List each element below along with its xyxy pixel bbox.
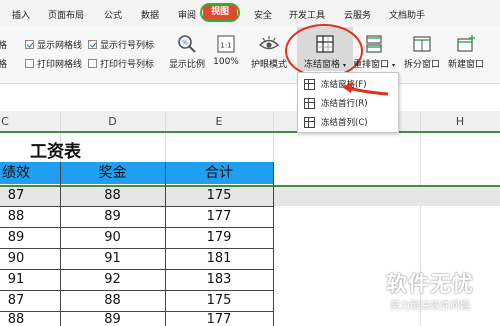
new-window-icon: [457, 35, 475, 52]
ribbon-cut-label-2: 格: [0, 60, 8, 70]
freeze-line-top: [0, 131, 500, 133]
arrange-windows-button[interactable]: 重排窗口 ▾: [352, 34, 396, 70]
tab-view[interactable]: 视图: [203, 5, 237, 20]
show-gridlines-checkbox[interactable]: 显示网格线: [25, 38, 82, 51]
print-headings-checkbox[interactable]: 打印行号列标: [88, 57, 154, 70]
tab-developer[interactable]: 开发工具: [289, 8, 325, 21]
cell-bonus[interactable]: 89: [60, 310, 165, 326]
column-header-h[interactable]: H: [420, 111, 500, 133]
cell-total[interactable]: 175: [165, 291, 273, 311]
sheet-title-cell[interactable]: 工资表: [30, 137, 81, 162]
new-window-button[interactable]: 新建窗口: [446, 34, 486, 70]
tab-review[interactable]: 审阅: [178, 8, 196, 21]
zoom-button[interactable]: % 显示比例: [166, 34, 208, 70]
column-header-d[interactable]: D: [60, 111, 165, 133]
svg-text:%: %: [182, 40, 188, 47]
header-cell-bonus[interactable]: 奖金: [60, 162, 165, 184]
print-gridlines-checkbox[interactable]: 打印网格线: [25, 57, 82, 70]
chevron-down-icon: ▾: [391, 62, 395, 69]
menu-tab-bar: 插入 页面布局 公式 数据 审阅 安全 开发工具 云服务 文档助手: [0, 0, 500, 26]
cell-bonus[interactable]: 90: [60, 228, 165, 248]
cell-total[interactable]: 175: [165, 186, 273, 206]
cell-bonus[interactable]: 89: [60, 207, 165, 227]
menu-item-freeze-first-column[interactable]: 冻结首列(C): [304, 113, 368, 131]
tab-doc-assistant[interactable]: 文档助手: [389, 8, 425, 21]
cell-total[interactable]: 183: [165, 270, 273, 290]
cell-total[interactable]: 181: [165, 249, 273, 269]
tab-insert[interactable]: 插入: [12, 8, 30, 21]
column-header-c[interactable]: C: [0, 111, 10, 133]
split-window-icon: [413, 36, 431, 52]
freeze-top-row-icon: [304, 97, 315, 109]
cell-bonus[interactable]: 88: [60, 291, 165, 311]
header-cell-performance[interactable]: 绩效: [0, 162, 46, 184]
cell-performance[interactable]: 87: [0, 186, 46, 206]
annotation-arrow-icon: [342, 82, 389, 96]
eye-icon: [258, 36, 280, 50]
svg-text:1:1: 1:1: [220, 42, 231, 50]
cell-bonus[interactable]: 91: [60, 249, 165, 269]
cell-performance[interactable]: 91: [0, 270, 46, 290]
checkbox-checked-icon: [88, 40, 97, 49]
cell-bonus[interactable]: 88: [60, 186, 165, 206]
checkbox-unchecked-icon: [25, 59, 34, 68]
one-to-one-icon: 1:1: [217, 35, 235, 53]
cell-performance[interactable]: 88: [0, 207, 46, 227]
watermark-brand: 软件无忧: [386, 272, 474, 296]
cell-total[interactable]: 177: [165, 310, 273, 326]
cell-performance[interactable]: 88: [0, 310, 46, 326]
column-header-e[interactable]: E: [165, 111, 273, 133]
magnifier-icon: %: [178, 35, 196, 53]
freeze-first-column-icon: [304, 116, 315, 128]
tab-cloud[interactable]: 云服务: [344, 8, 371, 21]
show-headings-checkbox[interactable]: 显示行号列标: [88, 38, 154, 51]
freeze-panes-icon: [304, 78, 315, 90]
cell-performance[interactable]: 87: [0, 291, 46, 311]
cell-performance[interactable]: 89: [0, 228, 46, 248]
eye-protection-button[interactable]: 护眼模式: [249, 34, 289, 70]
checkbox-unchecked-icon: [88, 59, 97, 68]
zoom-100-button[interactable]: 1:1 100%: [211, 34, 241, 67]
watermark-slogan: 努力解决软件问题: [390, 301, 470, 312]
tab-page-layout[interactable]: 页面布局: [48, 8, 84, 21]
ribbon-cut-label-1: 格: [0, 41, 8, 51]
cell-total[interactable]: 177: [165, 207, 273, 227]
split-window-button[interactable]: 拆分窗口: [403, 34, 441, 70]
cell-bonus[interactable]: 92: [60, 270, 165, 290]
cell-total[interactable]: 179: [165, 228, 273, 248]
header-cell-total[interactable]: 合计: [165, 162, 273, 184]
arrange-windows-icon: [366, 35, 382, 53]
table-border: [273, 162, 274, 326]
tab-data[interactable]: 数据: [141, 8, 159, 21]
tab-formulas[interactable]: 公式: [104, 8, 122, 21]
tab-security[interactable]: 安全: [254, 8, 272, 21]
cell-performance[interactable]: 90: [0, 249, 46, 269]
checkbox-checked-icon: [25, 40, 34, 49]
